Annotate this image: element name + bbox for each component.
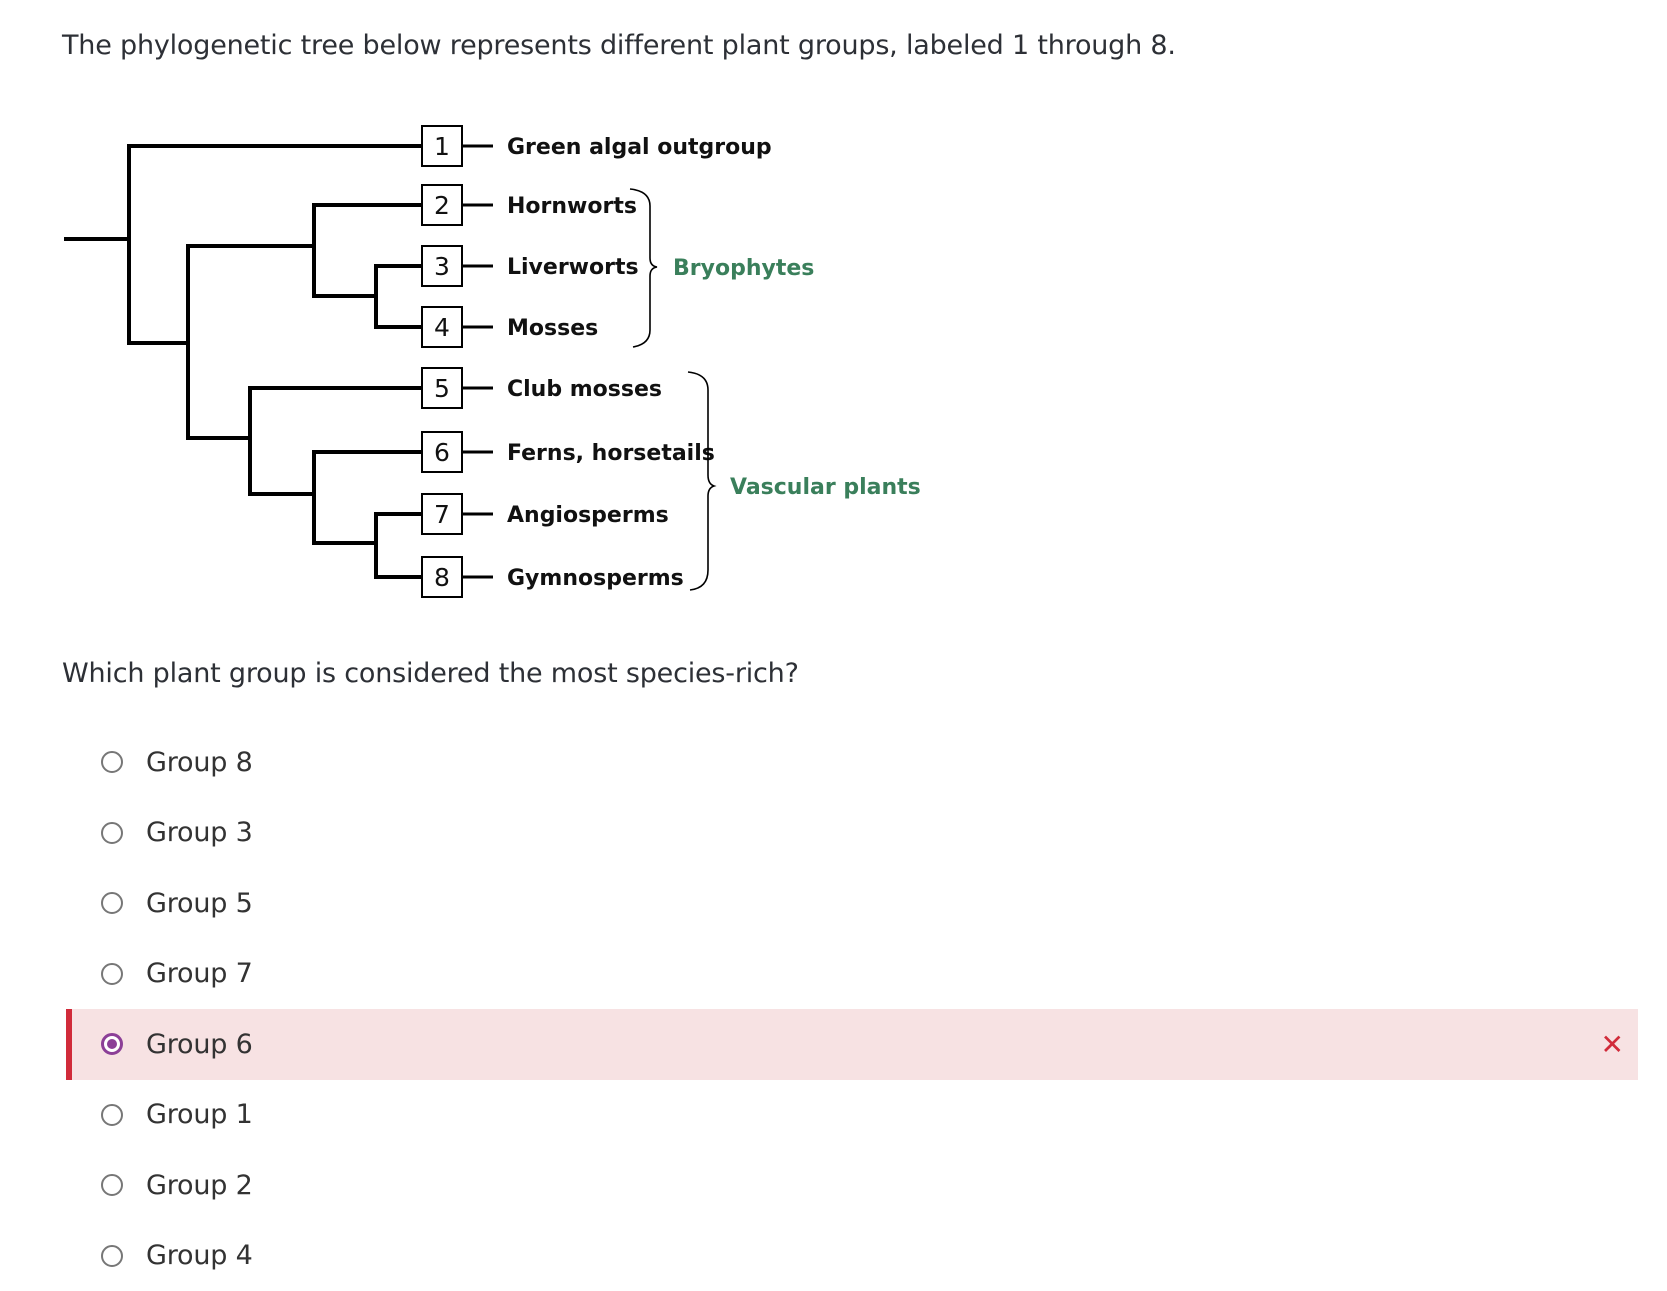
tree-leaf: 5 Club mosses xyxy=(422,368,662,408)
answer-option[interactable]: Group 5 xyxy=(66,868,1638,939)
answer-option[interactable]: Group 4 xyxy=(66,1221,1638,1291)
leaf-label: Liverworts xyxy=(507,255,639,280)
tree-leaf: 6 Ferns, horsetails xyxy=(422,432,715,472)
tree-branches xyxy=(66,146,422,577)
leaf-label: Mosses xyxy=(507,316,598,341)
answer-option-selected-incorrect[interactable]: Group 6 ✕ xyxy=(66,1009,1638,1080)
tree-leaf: 4 Mosses xyxy=(422,307,598,347)
leaf-number: 4 xyxy=(434,313,450,342)
radio-button-checked[interactable] xyxy=(101,1033,123,1055)
radio-button[interactable] xyxy=(101,1104,123,1126)
answer-options: Group 8Group 3Group 5Group 7Group 6✕Grou… xyxy=(66,727,1638,1291)
radio-button[interactable] xyxy=(101,1245,123,1267)
question-text: Which plant group is considered the most… xyxy=(62,658,799,689)
leaf-number: 7 xyxy=(434,500,450,529)
leaf-label: Club mosses xyxy=(507,377,662,402)
bryophytes-label: Bryophytes xyxy=(673,256,814,281)
answer-option-label: Group 5 xyxy=(146,888,253,919)
answer-option-label: Group 4 xyxy=(146,1240,253,1271)
radio-button[interactable] xyxy=(101,892,123,914)
tree-leaf: 7 Angiosperms xyxy=(422,494,669,534)
answer-option[interactable]: Group 1 xyxy=(66,1080,1638,1151)
vascular-plants-label: Vascular plants xyxy=(730,475,921,500)
leaf-number: 1 xyxy=(434,132,450,161)
answer-option-label: Group 2 xyxy=(146,1170,253,1201)
answer-option-label: Group 1 xyxy=(146,1099,253,1130)
leaf-label: Hornworts xyxy=(507,194,637,219)
vascular-plants-bracket xyxy=(688,372,714,590)
tree-leaf: 3 Liverworts xyxy=(422,246,639,286)
radio-button[interactable] xyxy=(101,822,123,844)
answer-option-label: Group 3 xyxy=(146,817,253,848)
answer-option[interactable]: Group 2 xyxy=(66,1150,1638,1221)
answer-option-label: Group 8 xyxy=(146,747,253,778)
leaf-label: Angiosperms xyxy=(507,503,669,528)
radio-button[interactable] xyxy=(101,751,123,773)
answer-option-label: Group 7 xyxy=(146,958,253,989)
radio-button[interactable] xyxy=(101,963,123,985)
leaf-label: Green algal outgroup xyxy=(507,135,772,160)
phylogenetic-tree: 1 Green algal outgroup 2 Hornworts 3 Liverwor… xyxy=(0,0,1000,620)
leaf-number: 6 xyxy=(434,438,450,467)
leaf-number: 5 xyxy=(434,374,450,403)
leaf-number: 8 xyxy=(434,563,450,592)
answer-option[interactable]: Group 8 xyxy=(66,727,1638,798)
tree-leaf: 8 Gymnosperms xyxy=(422,557,684,597)
leaf-label: Ferns, horsetails xyxy=(507,441,715,466)
answer-option[interactable]: Group 7 xyxy=(66,939,1638,1010)
answer-option[interactable]: Group 3 xyxy=(66,798,1638,869)
leaf-label: Gymnosperms xyxy=(507,566,684,591)
incorrect-x-icon: ✕ xyxy=(1601,1028,1624,1061)
tree-leaf: 1 Green algal outgroup xyxy=(422,126,772,166)
tree-leaf: 2 Hornworts xyxy=(422,185,637,225)
leaf-number: 2 xyxy=(434,191,450,220)
leaf-number: 3 xyxy=(434,252,450,281)
radio-button[interactable] xyxy=(101,1174,123,1196)
answer-option-label: Group 6 xyxy=(146,1029,253,1060)
